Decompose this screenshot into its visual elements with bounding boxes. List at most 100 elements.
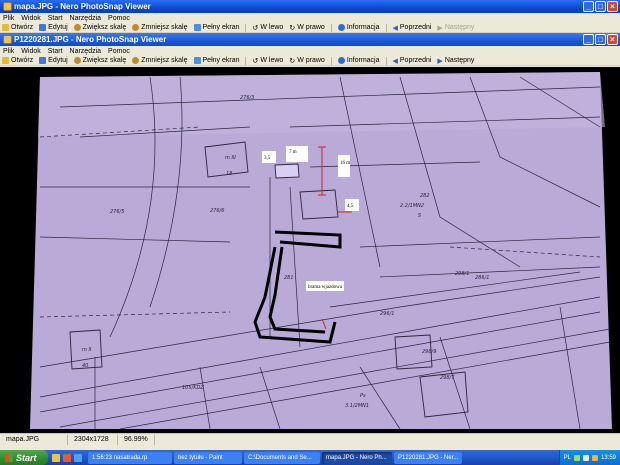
parcel-label: 281 [284,275,294,281]
edit-button[interactable]: Edytuj [39,24,68,31]
toolbar-separator [245,56,247,65]
menu-tools[interactable]: Narzędzia [70,15,102,22]
rotate-right-button[interactable]: ↻ W prawo [289,24,325,32]
status-filename: mapa.JPG [0,434,68,445]
fullscreen-label: Pełny ekran [202,24,240,31]
minimize-button[interactable]: _ [583,34,594,45]
edit-icon [39,24,47,31]
folder-icon[interactable] [52,453,60,462]
network-icon[interactable] [573,454,580,461]
browser-icon[interactable] [74,453,82,462]
menu-help[interactable]: Pomoc [108,48,130,55]
next-button[interactable]: ▶ Następny [437,57,474,65]
open-button[interactable]: Otwórz [2,57,33,64]
task-label: P1220281.JPG - Ner... [398,454,459,461]
edit-label: Edytuj [48,24,68,31]
task-label: C:\Documents and Se... [248,454,312,461]
menu-file[interactable]: Plik [3,15,14,22]
parcel-label: 40 [82,363,88,369]
inner-menubar: Plik Widok Start Narzędzia Pomoc [0,46,620,56]
next-label: Następny [444,57,475,64]
task-item[interactable]: mapa.JPG - Nero Ph... [322,451,392,464]
rotate-right-button[interactable]: ↻ W prawo [289,57,325,65]
volume-icon[interactable] [582,454,589,461]
parcel-label: 276/3 [240,95,254,101]
inner-title-bar[interactable]: P1220281.JPG - Nero PhotoSnap Viewer _ □… [0,33,620,46]
parcel-label: Ps [360,393,366,399]
parcel-label: 282 [420,193,430,199]
rotate-right-icon: ↻ [289,57,296,65]
inner-window-title: P1220281.JPG - Nero PhotoSnap Viewer [14,35,167,44]
parcel-label: 276/5 [110,209,124,215]
parcel-label: m II [82,347,92,353]
zoom-out-button[interactable]: Zmniejsz skalę [132,57,188,64]
language-indicator[interactable]: PL [564,455,571,461]
fullscreen-button[interactable]: Pełny ekran [193,24,240,31]
windows-flag-icon [5,453,13,462]
maximize-button[interactable]: □ [595,1,606,12]
task-item[interactable]: P1220281.JPG - Ner... [394,451,462,464]
arrow-left-icon: ◀ [392,24,398,32]
dim-label-4: 4,5 [347,204,354,209]
toolbar-separator [385,56,387,65]
menu-start[interactable]: Start [48,15,63,22]
parcel-label: 298/7 [440,375,455,381]
info-button[interactable]: Informacja [337,24,380,31]
prev-button[interactable]: ◀ Poprzedni [393,57,432,65]
zoom-in-button[interactable]: Zwiększ skalę [73,57,127,64]
close-button[interactable]: × [607,34,618,45]
outer-menubar: Plik Widok Start Narzędzia Pomoc [0,13,620,23]
menu-start[interactable]: Start [48,48,63,55]
menu-view[interactable]: Widok [21,48,40,55]
zoom-in-button[interactable]: Zwiększ skalę [73,24,127,31]
next-button[interactable]: ▶ Następny [437,24,474,32]
folder-icon [2,57,9,64]
zoom-out-label: Zmniejsz skalę [141,57,188,64]
zoom-out-button[interactable]: Zmniejsz skalę [132,24,188,31]
info-button[interactable]: Informacja [337,57,380,64]
menu-file[interactable]: Plik [3,48,14,55]
maximize-button[interactable]: □ [595,34,606,45]
outer-title-bar[interactable]: mapa.JPG - Nero PhotoSnap Viewer _ □ × [0,0,620,13]
image-viewport[interactable]: 3,5 7 m 16 m 4,5 brama wjazdowa 276/3 27… [0,67,620,433]
menu-view[interactable]: Widok [21,15,40,22]
security-icon[interactable] [591,454,598,461]
app-icon [3,35,12,44]
task-item[interactable]: 1:56:23 nasatrada.rp [88,451,172,464]
prev-button[interactable]: ◀ Poprzedni [393,24,432,32]
media-icon[interactable] [63,453,71,462]
building-small [274,163,300,179]
menu-tools[interactable]: Narzędzia [70,48,102,55]
rotate-right-icon: ↻ [289,24,296,32]
fullscreen-button[interactable]: Pełny ekran [193,57,239,64]
rotate-left-button[interactable]: ↺ W lewo [252,57,283,65]
dim-label-2: 7 m [289,150,297,155]
quick-launch [48,453,86,462]
zoom-out-icon [132,57,140,64]
open-button[interactable]: Otwórz [2,24,33,31]
menu-help[interactable]: Pomoc [108,15,130,22]
rotate-left-label: W lewo [260,24,284,31]
rotate-left-button[interactable]: ↺ W lewo [252,24,283,32]
zoom-in-label: Zwiększ skalę [82,57,127,64]
info-label: Informacja [346,24,380,31]
edit-button[interactable]: Edytuj [39,57,68,64]
parcel-label: 298/9 [422,349,436,355]
task-item[interactable]: C:\Documents and Se... [244,451,320,464]
zoom-out-label: Zmniejsz skalę [141,24,188,31]
outer-toolbar: Otwórz Edytuj Zwiększ skalę Zmniejsz ska… [0,23,620,33]
minimize-button[interactable]: _ [583,1,594,12]
rotate-left-icon: ↺ [252,24,259,32]
start-button[interactable]: Start [0,450,48,465]
parcel-label: 276/6 [210,208,224,214]
open-label: Otwórz [11,57,34,64]
rotate-left-icon: ↺ [252,57,259,65]
zoom-in-label: Zwiększ skalę [82,24,127,31]
info-icon [337,57,345,64]
fullscreen-icon [193,57,201,64]
close-button[interactable]: × [607,1,618,12]
inner-toolbar: Otwórz Edytuj Zwiększ skalę Zmniejsz ska… [0,56,620,66]
toolbar-separator [245,23,247,32]
zoom-out-icon [132,24,140,31]
task-item[interactable]: bez tytułu - Paint [174,451,242,464]
